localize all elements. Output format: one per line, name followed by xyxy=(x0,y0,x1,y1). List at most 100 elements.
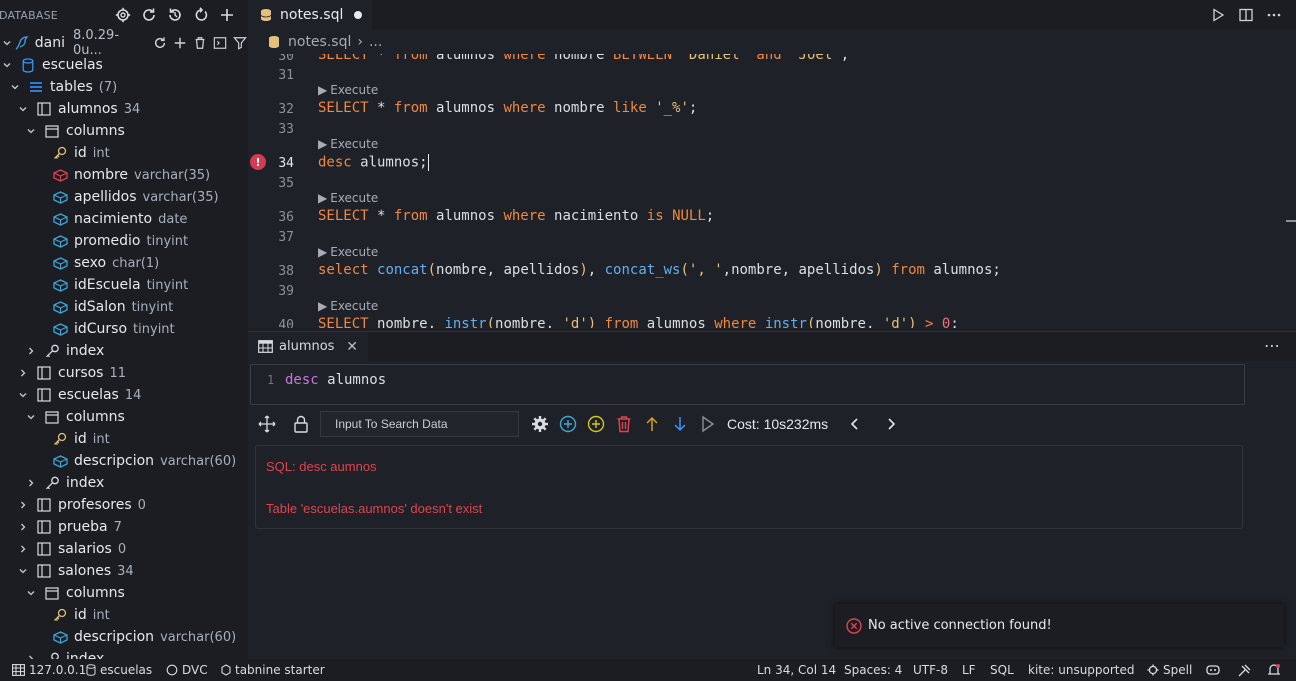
more-actions-icon[interactable] xyxy=(1266,6,1282,24)
chevron-right-icon[interactable] xyxy=(24,344,38,358)
chevron-down-icon[interactable] xyxy=(16,102,30,116)
chevron-down-icon[interactable] xyxy=(8,80,22,94)
chevron-down-icon[interactable] xyxy=(16,388,30,402)
tree-item-descripcion[interactable]: descripcion varchar(60) xyxy=(0,450,248,472)
tab-result-alumnos[interactable]: alumnos ✕ xyxy=(248,332,368,361)
chevron-down-icon[interactable] xyxy=(16,564,30,578)
run-icon[interactable] xyxy=(1210,6,1226,24)
tree-item-sexo[interactable]: sexo char(1) xyxy=(0,252,248,274)
notification-toast[interactable]: No active connection found! xyxy=(835,604,1284,647)
insert-icon[interactable] xyxy=(585,413,607,435)
status-database[interactable]: escuelas xyxy=(86,659,152,681)
close-icon[interactable]: ✕ xyxy=(346,339,358,355)
search-input[interactable] xyxy=(320,411,519,437)
tree-item-idsalon[interactable]: idSalon tinyint xyxy=(0,296,248,318)
history-icon[interactable] xyxy=(166,6,184,24)
filter-icon[interactable] xyxy=(231,35,248,52)
tree-item-promedio[interactable]: promedio tinyint xyxy=(0,230,248,252)
status-indentation[interactable]: Spaces: 4 xyxy=(844,659,902,681)
reload-icon[interactable] xyxy=(192,6,210,24)
tab-notes-sql[interactable]: notes.sql xyxy=(248,0,372,30)
tree-item-nacimiento[interactable]: nacimiento date xyxy=(0,208,248,230)
chevron-right-icon[interactable] xyxy=(16,498,30,512)
scrollbar[interactable] xyxy=(1286,220,1296,222)
tree-item-apellidos[interactable]: apellidos varchar(35) xyxy=(0,186,248,208)
status-host[interactable]: 127.0.0.1 xyxy=(12,659,86,681)
tree-item-index[interactable]: index xyxy=(0,648,248,659)
feedback-icon[interactable] xyxy=(1238,659,1251,681)
settings-icon[interactable] xyxy=(114,6,132,24)
breadcrumb-more[interactable]: ... xyxy=(369,34,382,50)
copilot-icon[interactable] xyxy=(1206,659,1220,681)
trash-icon[interactable] xyxy=(191,35,208,52)
tree-item-escuelas[interactable]: escuelas 14 xyxy=(0,384,248,406)
status-spell[interactable]: Spell xyxy=(1147,659,1192,681)
add-icon[interactable] xyxy=(171,35,188,52)
chevron-down-icon[interactable] xyxy=(24,410,38,424)
chevron-right-icon[interactable] xyxy=(24,476,38,490)
tree-item-prueba[interactable]: prueba 7 xyxy=(0,516,248,538)
tree-item-cursos[interactable]: cursos 11 xyxy=(0,362,248,384)
notifications-bell-icon[interactable] xyxy=(1268,659,1280,681)
add-connection-icon[interactable] xyxy=(218,6,236,24)
chevron-right-icon[interactable] xyxy=(16,366,30,380)
tree-item-nombre[interactable]: nombre varchar(35) xyxy=(0,164,248,186)
chevron-right-icon[interactable] xyxy=(24,652,38,659)
more-actions-icon[interactable]: ⋯ xyxy=(1264,336,1280,355)
tree-item-id[interactable]: id int xyxy=(0,604,248,626)
tree-item-profesores[interactable]: profesores 0 xyxy=(0,494,248,516)
refresh-icon[interactable] xyxy=(140,6,158,24)
arrow-up-icon[interactable] xyxy=(641,413,663,435)
tree-item-idcurso[interactable]: idCurso tinyint xyxy=(0,318,248,340)
tree-item-columns[interactable]: columns xyxy=(0,582,248,604)
sql-preview[interactable]: 1 desc alumnos xyxy=(250,364,1245,405)
status-dvc[interactable]: DVC xyxy=(166,659,208,681)
tree-item-index[interactable]: index xyxy=(0,340,248,362)
chevron-right-icon[interactable] xyxy=(16,520,30,534)
tree-item-id[interactable]: id int xyxy=(0,142,248,164)
execute-codelens[interactable]: ▶ Execute xyxy=(318,191,378,205)
refresh-connection-icon[interactable] xyxy=(151,35,168,52)
chevron-right-icon[interactable] xyxy=(880,413,902,435)
tree-item-escuelas[interactable]: escuelas xyxy=(0,54,248,76)
connection-row[interactable]: dani 8.0.29-0u... xyxy=(0,28,248,58)
move-icon[interactable] xyxy=(256,413,278,435)
execute-codelens[interactable]: ▶ Execute xyxy=(318,299,378,313)
tree-item-columns[interactable]: columns xyxy=(0,120,248,142)
tree-item-tables[interactable]: tables (7) xyxy=(0,76,248,98)
tree-item-columns[interactable]: columns xyxy=(0,406,248,428)
run-query-icon[interactable] xyxy=(697,413,719,435)
add-row-icon[interactable] xyxy=(557,413,579,435)
unsaved-dot-icon[interactable] xyxy=(354,11,362,19)
chevron-left-icon[interactable] xyxy=(844,413,866,435)
code-editor[interactable]: 30 31 32 33 34 35 36 37 38 39 40 ! SELEC… xyxy=(248,54,1296,328)
status-tabnine[interactable]: tabnine starter xyxy=(221,659,325,681)
tree-item-salarios[interactable]: salarios 0 xyxy=(0,538,248,560)
chevron-down-icon[interactable] xyxy=(0,58,14,72)
status-language[interactable]: SQL xyxy=(990,659,1014,681)
delete-icon[interactable] xyxy=(613,413,635,435)
status-eol[interactable]: LF xyxy=(962,659,976,681)
tree-item-descripcion[interactable]: descripcion varchar(60) xyxy=(0,626,248,648)
error-icon[interactable]: ! xyxy=(250,154,266,170)
tree-item-id[interactable]: id int xyxy=(0,428,248,450)
arrow-down-icon[interactable] xyxy=(669,413,691,435)
tree-item-alumnos[interactable]: alumnos 34 xyxy=(0,98,248,120)
chevron-down-icon[interactable] xyxy=(24,586,38,600)
terminal-icon[interactable] xyxy=(211,35,228,52)
execute-codelens[interactable]: ▶ Execute xyxy=(318,137,378,151)
execute-codelens[interactable]: ▶ Execute xyxy=(318,83,378,97)
breadcrumb-file[interactable]: notes.sql xyxy=(288,34,351,50)
settings-icon[interactable] xyxy=(529,413,551,435)
tree-item-salones[interactable]: salones 34 xyxy=(0,560,248,582)
split-editor-icon[interactable] xyxy=(1238,6,1254,24)
execute-codelens[interactable]: ▶ Execute xyxy=(318,245,378,259)
lock-icon[interactable] xyxy=(290,413,312,435)
status-encoding[interactable]: UTF-8 xyxy=(913,659,948,681)
status-cursor-position[interactable]: Ln 34, Col 14 xyxy=(757,659,836,681)
chevron-down-icon[interactable] xyxy=(24,124,38,138)
chevron-right-icon[interactable] xyxy=(16,542,30,556)
tree-item-index[interactable]: index xyxy=(0,472,248,494)
status-kite[interactable]: kite: unsupported xyxy=(1028,659,1135,681)
tree-item-idescuela[interactable]: idEscuela tinyint xyxy=(0,274,248,296)
